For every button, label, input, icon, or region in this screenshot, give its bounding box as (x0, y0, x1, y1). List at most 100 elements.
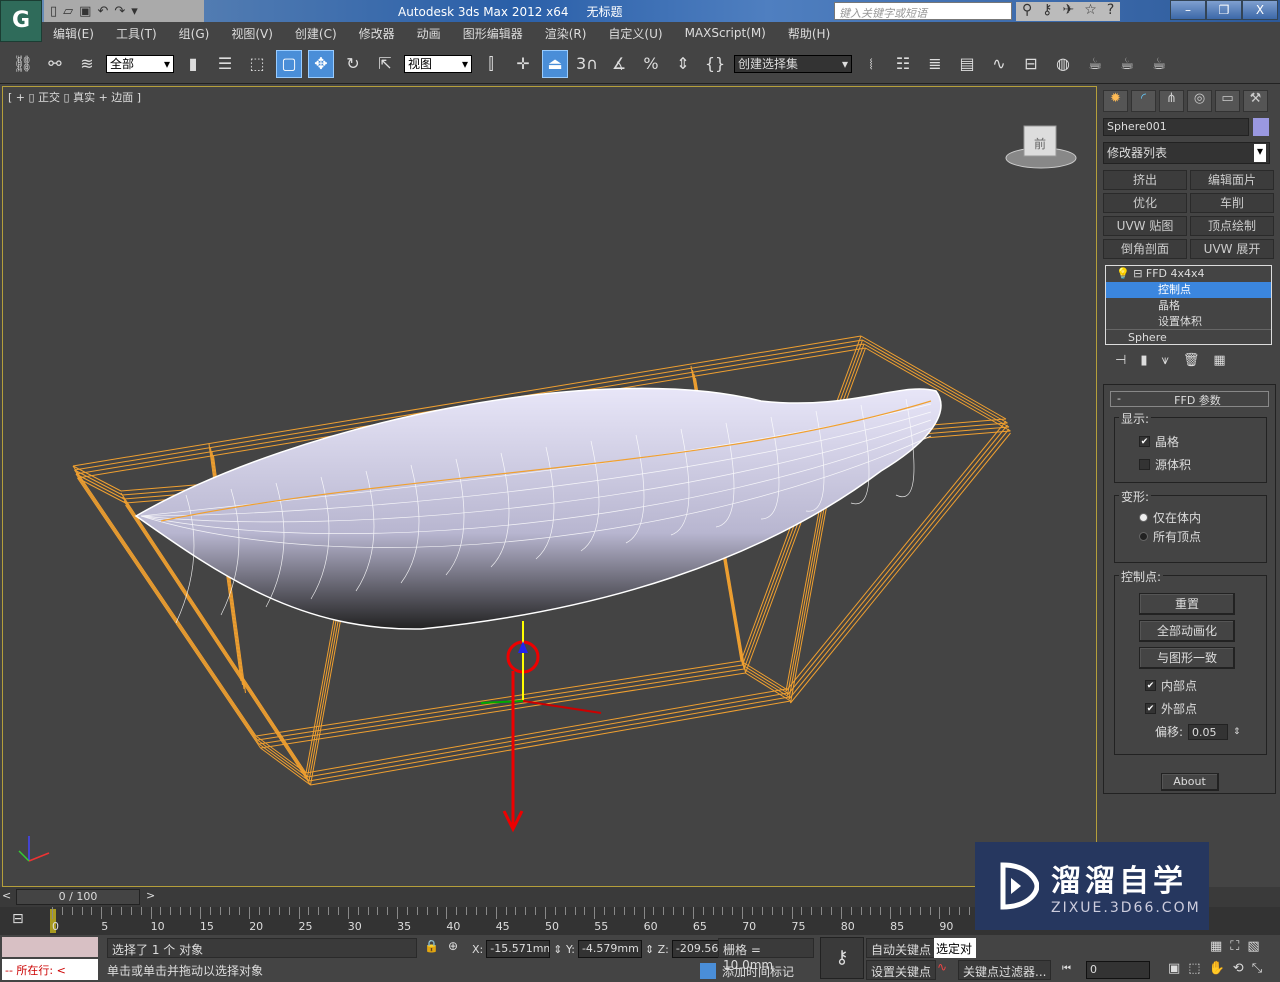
stack-sub-set-volume[interactable]: 设置体积 (1106, 314, 1271, 330)
key-mode-icon[interactable]: ∿ (937, 960, 947, 974)
modify-tab-icon[interactable]: ◜ (1131, 90, 1156, 112)
rotate-icon[interactable]: ↻ (340, 50, 366, 78)
show-end-result-icon[interactable]: ▮ (1140, 353, 1147, 368)
zoom-extents-all-icon[interactable]: ▦ (1210, 939, 1222, 954)
stack-sub-lattice[interactable]: 晶格 (1106, 298, 1271, 314)
modifier-button[interactable]: UVW 展开 (1190, 239, 1274, 259)
menu-item[interactable]: 组(G) (168, 25, 221, 42)
menu-item[interactable]: 帮助(H) (777, 25, 841, 42)
prev-frame-button[interactable]: < (2, 889, 11, 902)
y-coord-input[interactable]: -4.579mm (577, 940, 642, 958)
stack-item-sphere[interactable]: Sphere (1106, 330, 1271, 346)
undo-icon[interactable]: ↶ (97, 4, 108, 19)
binoculars-icon[interactable]: ⚲ (1022, 2, 1032, 21)
make-unique-icon[interactable]: ⩛ (1161, 353, 1168, 368)
menu-item[interactable]: 修改器 (348, 25, 406, 42)
configure-sets-icon[interactable]: ▦ (1213, 353, 1225, 368)
save-icon[interactable]: ▣ (79, 4, 91, 19)
angle-snap-icon[interactable]: ∡ (606, 50, 632, 78)
menu-item[interactable]: 创建(C) (284, 25, 348, 42)
menu-item[interactable]: 渲染(R) (534, 25, 598, 42)
inside-points-checkbox[interactable]: ✔ 内部点 (1139, 674, 1266, 697)
orbit-icon[interactable]: ⟲ (1233, 961, 1244, 976)
perspective-viewport[interactable] (2, 86, 1097, 887)
maxscript-listener[interactable] (2, 937, 98, 957)
menu-item[interactable]: 自定义(U) (597, 25, 673, 42)
set-key-button[interactable]: 设置关键点 (866, 960, 937, 980)
pan-icon[interactable]: ✋ (1209, 961, 1225, 976)
about-button[interactable]: About (1160, 773, 1219, 791)
stack-item-ffd[interactable]: 💡 ⊟ FFD 4x4x4 (1106, 266, 1271, 282)
schematic-icon[interactable]: ⊟ (1018, 50, 1044, 78)
render-icon[interactable]: ☕ (1146, 50, 1172, 78)
snap-toggle-icon[interactable]: 3 ∩ (574, 50, 600, 78)
material-editor-icon[interactable]: ◍ (1050, 50, 1076, 78)
current-frame-input[interactable]: 0 (1086, 961, 1150, 979)
help-icon[interactable]: ? (1107, 2, 1114, 21)
pivot-icon[interactable]: ⫿ (478, 50, 504, 78)
modifier-button[interactable]: UVW 贴图 (1103, 216, 1187, 236)
object-color-swatch[interactable] (1253, 118, 1269, 136)
select-by-name-icon[interactable]: ☰ (212, 50, 238, 78)
all-vertices-radio[interactable]: 所有顶点 (1139, 527, 1266, 546)
goto-start-icon[interactable]: ⏮ (1062, 963, 1071, 974)
viewport-label[interactable]: [ + ▯ 正交 ▯ 真实 + 边面 ] (8, 89, 141, 105)
star-icon[interactable]: ☆ (1084, 2, 1097, 21)
manipulate-icon[interactable]: ✛ (510, 50, 536, 78)
unlink-icon[interactable]: ⚯ (42, 50, 68, 78)
set-key-icon[interactable]: ⚷ (820, 937, 864, 979)
dropdown-icon[interactable]: ▾ (131, 4, 138, 19)
window-crossing-icon[interactable]: ▢ (276, 49, 302, 78)
animate-all-button[interactable]: 全部动画化 (1139, 620, 1235, 642)
modifier-stack[interactable]: 💡 ⊟ FFD 4x4x4 控制点 晶格 设置体积 Sphere (1105, 265, 1272, 345)
layer-icon[interactable]: ≣ (922, 50, 948, 78)
open-icon[interactable]: ▱ (63, 4, 73, 19)
next-frame-button[interactable]: > (146, 889, 155, 902)
source-volume-checkbox[interactable]: 源体积 (1139, 453, 1266, 476)
object-name-input[interactable]: Sphere001 (1103, 118, 1249, 136)
menu-item[interactable]: 图形编辑器 (452, 25, 534, 42)
modifier-button[interactable]: 顶点绘制 (1190, 216, 1274, 236)
time-tag-icon[interactable] (700, 963, 716, 979)
keyboard-shortcut-icon[interactable]: ⏏ (542, 49, 568, 78)
satellite-icon[interactable]: ✈ (1063, 2, 1075, 21)
open-mini-curve-editor-icon[interactable]: ⊟ (12, 911, 24, 927)
display-tab-icon[interactable]: ▭ (1215, 90, 1240, 112)
modifier-button[interactable]: 优化 (1103, 193, 1187, 213)
spinner-snap-icon[interactable]: ⇕ (670, 50, 696, 78)
zoom-region-icon[interactable]: ⬚ (1188, 961, 1200, 976)
remove-modifier-icon[interactable]: 🗑 (1183, 353, 1200, 368)
ffd-params-rollout-header[interactable]: - FFD 参数 (1110, 391, 1269, 407)
scale-icon[interactable]: ⇱ (372, 50, 398, 78)
percent-snap-icon[interactable]: % (638, 50, 664, 78)
edit-named-selection-icon[interactable]: {} (702, 50, 728, 78)
absolute-mode-icon[interactable]: ⊕ (448, 939, 458, 953)
auto-key-button[interactable]: 自动关键点 (866, 938, 937, 958)
lattice-checkbox[interactable]: ✔ 晶格 (1139, 430, 1266, 453)
menu-item[interactable]: MAXScript(M) (674, 26, 777, 40)
move-icon[interactable]: ✥ (308, 49, 334, 78)
motion-tab-icon[interactable]: ◎ (1187, 90, 1212, 112)
named-selection-dropdown[interactable]: 创建选择集 ▾ (734, 54, 852, 73)
reset-button[interactable]: 重置 (1139, 593, 1235, 615)
scene-explorer-icon[interactable]: ▤ (954, 50, 980, 78)
redo-icon[interactable]: ↷ (114, 4, 125, 19)
x-coord-input[interactable]: -15.571mm (486, 940, 551, 958)
key-selection-dropdown[interactable]: 选定对 (934, 938, 976, 958)
minimize-button[interactable]: – (1170, 0, 1206, 20)
menu-item[interactable]: 工具(T) (105, 25, 168, 42)
close-button[interactable]: X (1242, 0, 1278, 20)
modifier-list-dropdown[interactable]: 修改器列表 ▾ (1103, 142, 1270, 164)
rect-selection-icon[interactable]: ⬚ (244, 50, 270, 78)
menu-item[interactable]: 动画 (406, 25, 452, 42)
time-slider-thumb[interactable]: 0 / 100 (16, 889, 140, 905)
hierarchy-tab-icon[interactable]: ⋔ (1159, 90, 1184, 112)
stack-sub-control-points[interactable]: 控制点 (1106, 282, 1271, 298)
curve-editor-icon[interactable]: ∿ (986, 50, 1012, 78)
ref-coord-dropdown[interactable]: 视图 ▾ (404, 54, 472, 73)
modifier-button[interactable]: 编辑面片 (1190, 170, 1274, 190)
modifier-button[interactable]: 挤出 (1103, 170, 1187, 190)
only-in-volume-radio[interactable]: 仅在体内 (1139, 508, 1266, 527)
app-menu-button[interactable]: G (0, 0, 42, 42)
key-icon[interactable]: ⚷ (1042, 2, 1052, 21)
